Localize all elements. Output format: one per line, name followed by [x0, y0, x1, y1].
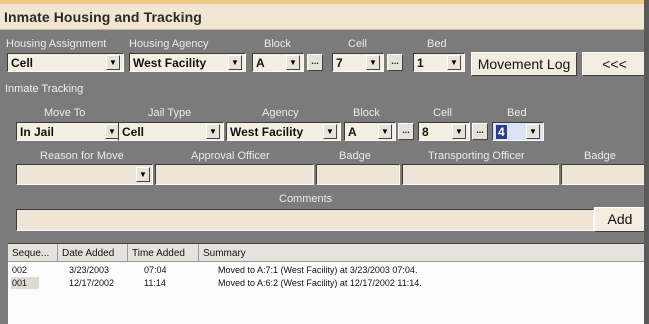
collapse-button[interactable]: <<<: [582, 52, 647, 76]
row-sequence: 001: [12, 278, 28, 288]
badge-input-2[interactable]: [561, 164, 646, 185]
housing-block-label: Block: [264, 38, 291, 50]
movement-log-button[interactable]: Movement Log: [471, 52, 577, 76]
column-header-date-added[interactable]: Date Added: [58, 244, 128, 262]
reason-label: Reason for Move: [40, 150, 124, 162]
triangle-down-icon[interactable]: ▼: [378, 124, 392, 139]
triangle-down-icon[interactable]: ▼: [447, 55, 461, 70]
triangle-down-icon[interactable]: ▼: [136, 167, 150, 182]
triangle-down-icon[interactable]: ▼: [323, 124, 337, 139]
row-time: 07:04: [144, 265, 167, 275]
title-accent: [0, 0, 649, 4]
approval-officer-input[interactable]: [155, 164, 314, 185]
tracking-panel: Move To Jail Type Agency Block Cell Bed …: [8, 103, 649, 236]
housing-panel: Housing Assignment Housing Agency Block …: [0, 30, 649, 108]
cell-label: Cell: [433, 107, 452, 119]
column-header-summary[interactable]: Summary: [199, 244, 649, 262]
bed-selected-value: 4: [496, 125, 507, 139]
triangle-down-icon[interactable]: ▼: [526, 124, 540, 139]
housing-block-ellipsis-icon[interactable]: ...: [307, 54, 323, 71]
bed-label: Bed: [507, 107, 527, 119]
badge-label-2: Badge: [584, 150, 616, 162]
jail-type-label: Jail Type: [148, 107, 192, 119]
block-label: Block: [353, 107, 380, 119]
comments-input[interactable]: [16, 209, 594, 231]
approval-officer-label: Approval Officer: [191, 150, 270, 162]
row-summary: Moved to A:7:1 (West Facility) at 3/23/2…: [218, 265, 418, 275]
title-bar: Inmate Housing and Tracking: [0, 0, 649, 30]
transporting-officer-label: Transporting Officer: [428, 150, 525, 162]
badge-label: Badge: [339, 150, 371, 162]
triangle-down-icon[interactable]: ▼: [366, 55, 380, 70]
movement-log-list: Seque... Date Added Time Added Summary 0…: [8, 243, 649, 324]
triangle-down-icon[interactable]: ▼: [452, 124, 466, 139]
housing-cell-label: Cell: [348, 38, 367, 50]
add-button[interactable]: Add: [594, 207, 646, 232]
housing-agency-label: Housing Agency: [129, 38, 209, 50]
log-header: Seque... Date Added Time Added Summary: [8, 244, 649, 262]
block-ellipsis-icon[interactable]: ...: [398, 123, 414, 140]
column-header-time-added[interactable]: Time Added: [128, 244, 199, 262]
row-date: 3/23/2003: [69, 265, 110, 275]
triangle-down-icon[interactable]: ▼: [105, 124, 119, 139]
row-sequence: 002: [12, 265, 28, 275]
inmate-tracking-title: Inmate Tracking: [5, 83, 84, 95]
triangle-down-icon[interactable]: ▼: [206, 124, 220, 139]
row-summary: Moved to A:6:2 (West Facility) at 12/17/…: [218, 278, 422, 288]
triangle-down-icon[interactable]: ▼: [106, 55, 120, 70]
badge-input[interactable]: [316, 164, 400, 185]
comments-label: Comments: [279, 193, 333, 205]
agency-label: Agency: [262, 107, 299, 119]
triangle-down-icon[interactable]: ▼: [286, 55, 300, 70]
move-to-label: Move To: [44, 107, 86, 119]
transporting-officer-input[interactable]: [402, 164, 559, 185]
housing-cell-ellipsis-icon[interactable]: ...: [387, 54, 403, 71]
window-title: Inmate Housing and Tracking: [4, 9, 202, 25]
inmate-housing-window: Inmate Housing and Tracking Housing Assi…: [0, 0, 649, 324]
cell-ellipsis-icon[interactable]: ...: [472, 123, 488, 140]
triangle-down-icon[interactable]: ▼: [228, 55, 242, 70]
window-right-edge: [644, 0, 649, 324]
row-date: 12/17/2002: [69, 278, 115, 288]
row-time: 11:14: [144, 278, 166, 288]
column-header-sequence[interactable]: Seque...: [8, 244, 58, 262]
reason-select[interactable]: [16, 164, 153, 185]
housing-assignment-label: Housing Assignment: [6, 38, 107, 50]
housing-bed-label: Bed: [427, 38, 447, 50]
